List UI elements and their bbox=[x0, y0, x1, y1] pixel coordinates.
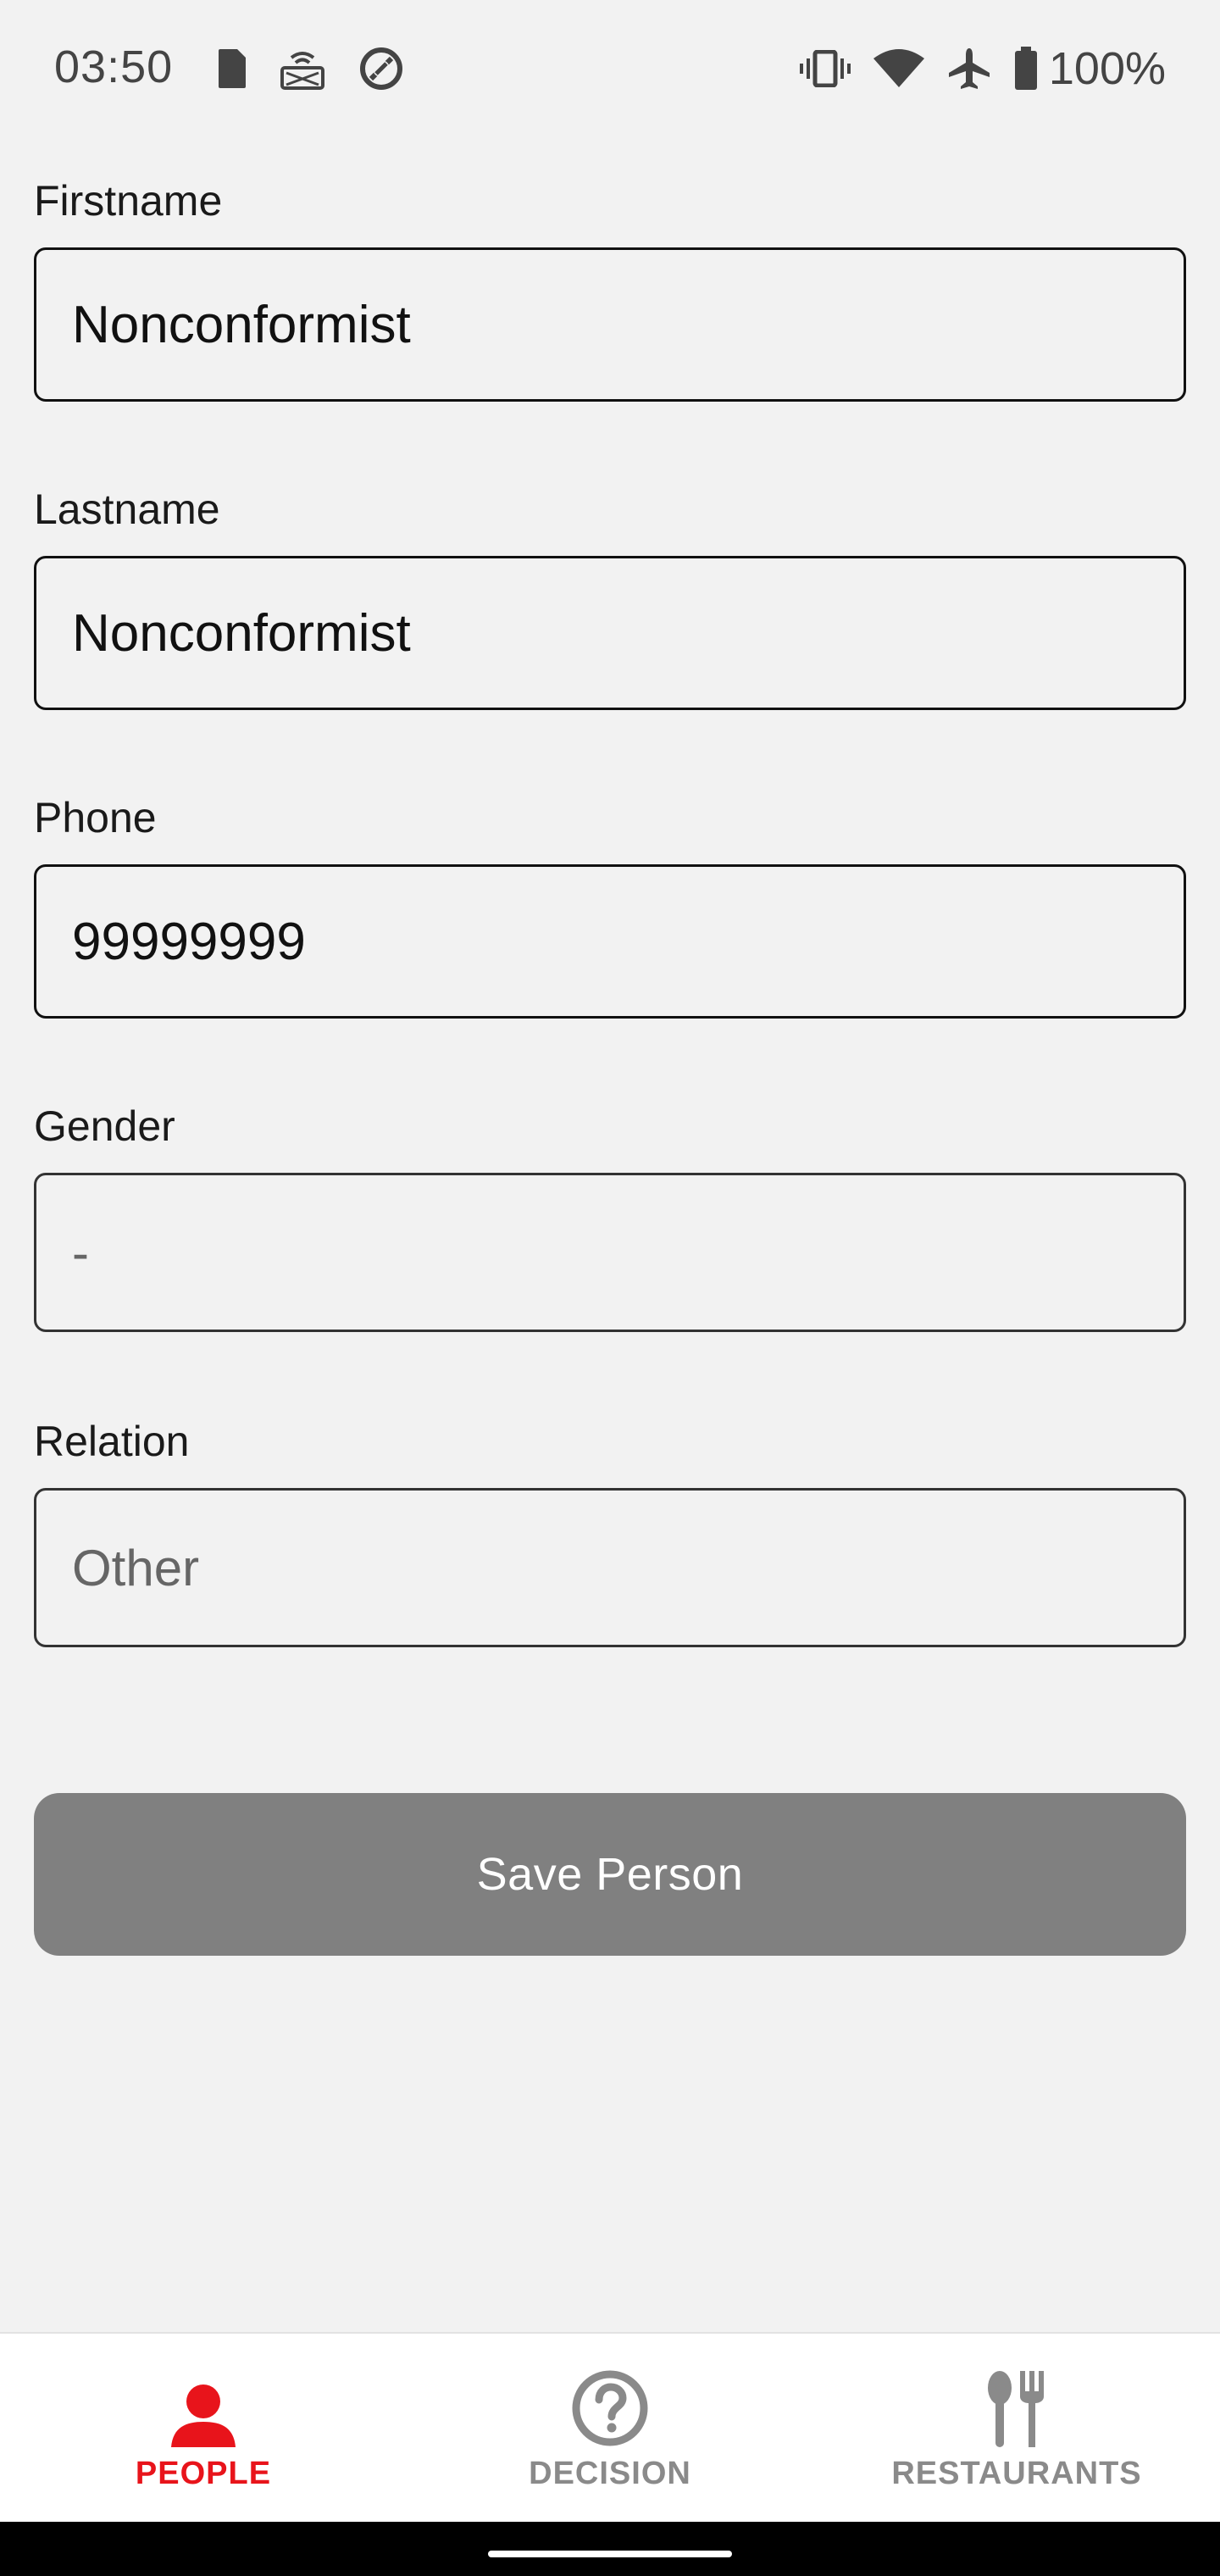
nfc-screen-icon bbox=[280, 47, 325, 90]
relation-value: Other bbox=[72, 1539, 200, 1596]
phone-value: 99999999 bbox=[72, 912, 306, 971]
gender-select[interactable]: - bbox=[34, 1173, 1186, 1332]
firstname-input[interactable]: Nonconformist bbox=[34, 247, 1186, 402]
home-gesture-handle[interactable] bbox=[488, 2551, 732, 2557]
wifi-icon bbox=[873, 48, 925, 89]
app-screen: 03:50 100% Firstname Nonconformist Lastn… bbox=[0, 0, 1220, 2576]
phone-label: Phone bbox=[34, 794, 157, 841]
gender-label: Gender bbox=[34, 1102, 175, 1150]
firstname-label: Firstname bbox=[34, 177, 223, 225]
relation-label: Relation bbox=[34, 1418, 190, 1465]
status-time: 03:50 bbox=[54, 42, 174, 92]
phone-input[interactable]: 99999999 bbox=[34, 864, 1186, 1019]
lastname-input[interactable]: Nonconformist bbox=[34, 556, 1186, 710]
status-left-icons bbox=[217, 41, 405, 97]
nav-item-people[interactable]: PEOPLE bbox=[0, 2334, 407, 2523]
relation-select[interactable]: Other bbox=[34, 1488, 1186, 1647]
nav-item-restaurants[interactable]: RESTAURANTS bbox=[813, 2334, 1220, 2523]
nav-label-people: PEOPLE bbox=[135, 2456, 272, 2491]
bottom-navigation: PEOPLE DECISION RESTAURANTS bbox=[0, 2332, 1220, 2522]
nav-item-decision[interactable]: DECISION bbox=[407, 2334, 813, 2523]
firstname-value: Nonconformist bbox=[72, 295, 411, 354]
utensils-icon bbox=[981, 2366, 1052, 2447]
save-person-label: Save Person bbox=[476, 1849, 744, 1900]
nav-label-restaurants: RESTAURANTS bbox=[891, 2456, 1142, 2491]
save-person-button[interactable]: Save Person bbox=[34, 1793, 1186, 1956]
lastname-label: Lastname bbox=[34, 486, 220, 533]
question-circle-icon bbox=[571, 2366, 649, 2447]
status-bar: 03:50 100% bbox=[0, 0, 1220, 136]
sim-card-icon bbox=[217, 47, 247, 90]
nav-label-decision: DECISION bbox=[529, 2456, 691, 2491]
vibrate-icon bbox=[799, 50, 851, 87]
gesture-navigation-bar bbox=[0, 2522, 1220, 2576]
battery-icon bbox=[1013, 47, 1039, 91]
airplane-icon bbox=[947, 47, 991, 91]
battery-percent: 100% bbox=[1048, 43, 1166, 94]
data-saver-icon bbox=[358, 45, 405, 92]
gender-value: - bbox=[72, 1224, 89, 1281]
person-icon bbox=[168, 2366, 239, 2447]
status-right-icons: 100% bbox=[799, 41, 1166, 97]
lastname-value: Nonconformist bbox=[72, 603, 411, 663]
